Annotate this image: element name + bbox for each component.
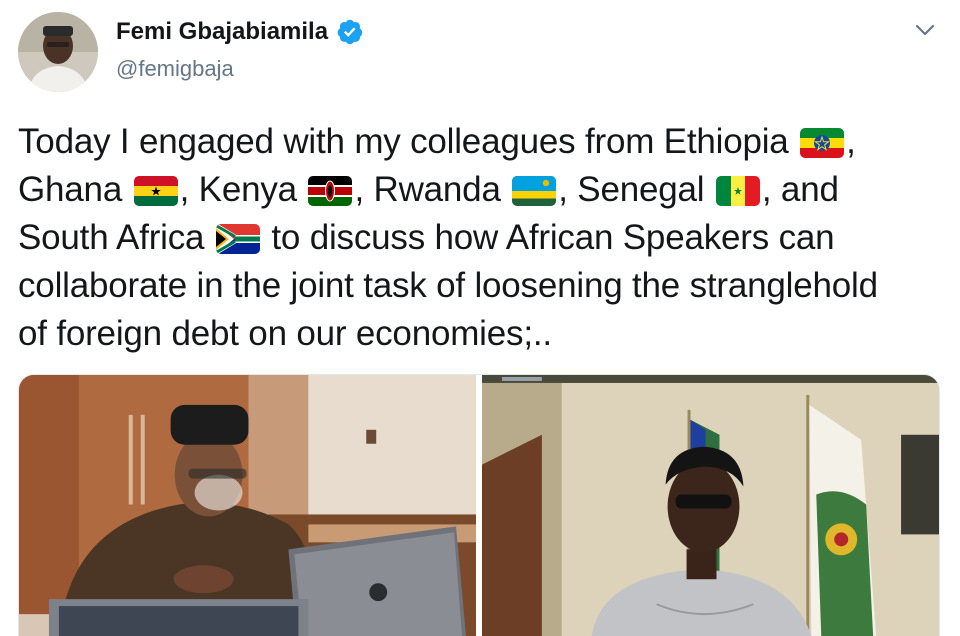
tweet-text-segment: , Kenya [179, 170, 307, 209]
rwanda-flag-icon [512, 176, 557, 206]
tweet-text-segment: , and [761, 170, 839, 209]
tweet-card: Femi Gbajabiamila @femigbaja Today I eng… [0, 0, 960, 636]
tweet-text-segment: , Senegal [558, 170, 714, 209]
photo-speaker-at-laptop[interactable] [19, 375, 476, 636]
tweet-media-grid [18, 374, 940, 636]
tweet-line-4: collaborate in the joint task of looseni… [18, 266, 878, 305]
tweet-text-segment: Today I engaged with my colleagues from … [18, 122, 799, 161]
tweet-text-segment: Ghana [18, 170, 132, 209]
tweet-text: Today I engaged with my colleagues from … [18, 118, 948, 358]
ethiopia-flag-icon [800, 128, 845, 158]
tweet-text-segment: , [846, 122, 856, 161]
chevron-down-icon[interactable] [914, 22, 936, 38]
tweet-text-segment: South Africa [18, 218, 214, 257]
senegal-flag-icon [715, 176, 760, 206]
photo-video-call-speaker[interactable] [482, 375, 939, 636]
author-handle[interactable]: @femigbaja [116, 56, 234, 82]
avatar[interactable] [18, 12, 98, 92]
display-name[interactable]: Femi Gbajabiamila [116, 18, 328, 46]
author-name-row[interactable]: Femi Gbajabiamila [116, 18, 364, 46]
kenya-flag-icon [308, 176, 353, 206]
tweet-line-5: of foreign debt on our economies;.. [18, 314, 552, 353]
south-africa-flag-icon [215, 224, 260, 254]
tweet-line-2: Ghana , Kenya , Rwanda , Senegal , and [18, 166, 948, 214]
tweet-text-segment: , Rwanda [354, 170, 511, 209]
tweet-text-segment: to discuss how African Speakers can [261, 218, 835, 257]
ghana-flag-icon [133, 176, 178, 206]
tweet-line-1: Today I engaged with my colleagues from … [18, 118, 948, 166]
verified-badge-icon [336, 18, 364, 46]
tweet-line-3: South Africa to discuss how African Spea… [18, 214, 948, 262]
